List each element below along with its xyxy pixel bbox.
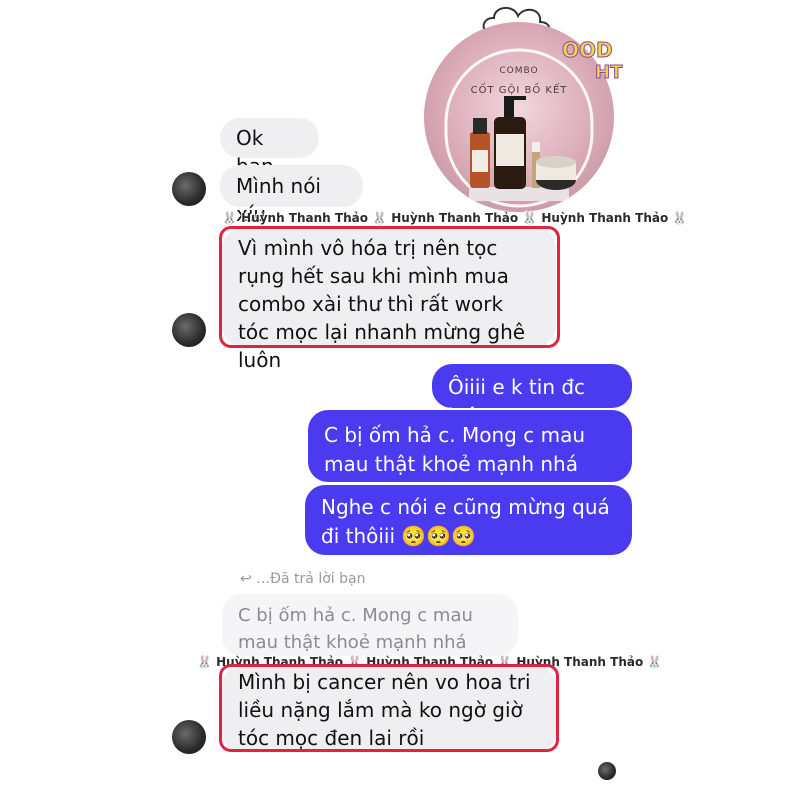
highlight-box	[219, 664, 559, 752]
reply-quote[interactable]: C bị ốm hả c. Mong c mau mau thật khoẻ m…	[222, 594, 518, 656]
seen-avatar	[598, 762, 616, 780]
avatar[interactable]	[172, 720, 206, 754]
sticker-good: OOD	[562, 38, 614, 63]
message-outgoing[interactable]: Nghe c nói e cũng mừng quá đi thôiii 🥺🥺🥺	[305, 485, 632, 555]
promo-line1: COMBO	[499, 66, 539, 76]
avatar[interactable]	[172, 313, 206, 347]
message-incoming[interactable]: Ok ban	[220, 118, 319, 178]
sticker-night: HT	[594, 62, 623, 84]
message-outgoing[interactable]: C bị ốm hả c. Mong c mau mau thật khoẻ m…	[308, 410, 632, 482]
highlight-box	[219, 226, 560, 348]
reply-label: ↩ …Đã trả lời bạn	[240, 571, 366, 587]
avatar[interactable]	[172, 172, 206, 206]
message-outgoing[interactable]: Ôiiii e k tin đc luôn	[432, 364, 632, 428]
message-incoming[interactable]: Mình nói xíu	[220, 165, 363, 226]
promo-image: COMBO CỐT GỘI BỒ KẾT OOD HT	[420, 7, 623, 212]
watermark: 🐰 Huỳnh Thanh Thảo 🐰 Huỳnh Thanh Thảo 🐰 …	[222, 211, 688, 225]
promo-line2: CỐT GỘI BỒ KẾT	[470, 85, 568, 96]
